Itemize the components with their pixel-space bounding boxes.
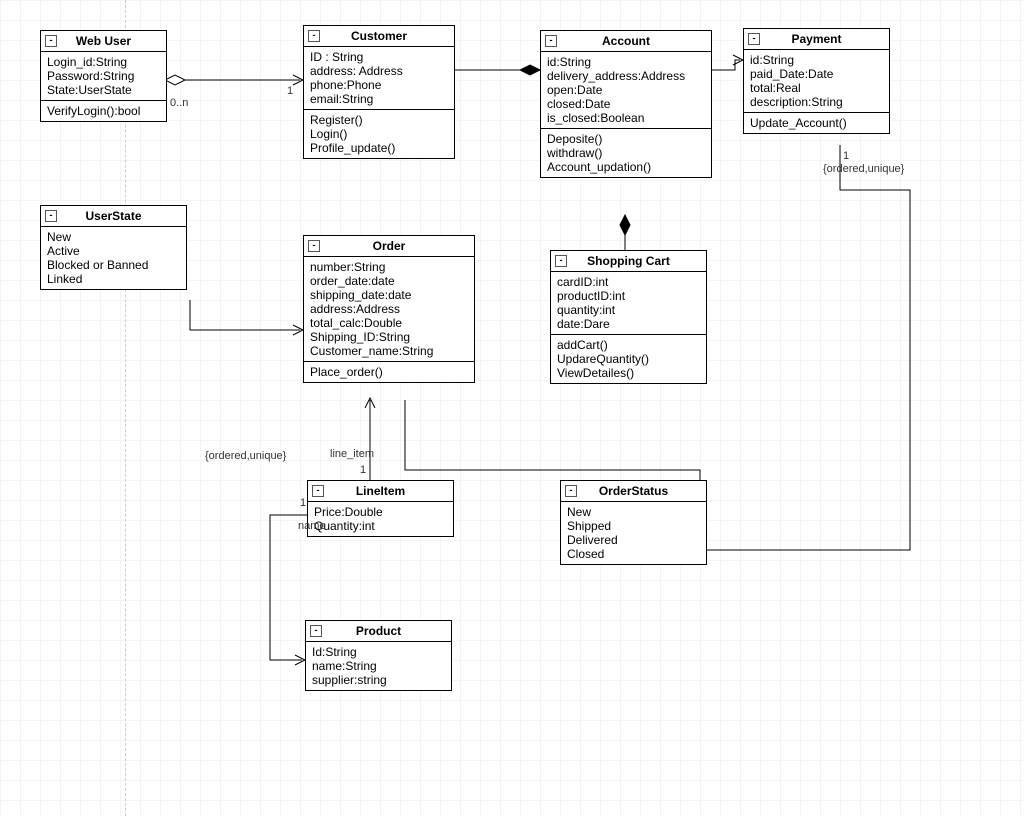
class-web-user: -Web User Login_id:StringPassword:String…	[40, 30, 167, 122]
class-userstate: -UserState NewActiveBlocked or BannedLin…	[40, 205, 187, 290]
constraint-label: {ordered,unique}	[205, 450, 286, 462]
class-title: Web User	[76, 34, 131, 48]
guide-line	[125, 0, 126, 816]
class-title: LineItem	[356, 484, 405, 498]
multiplicity-label: 1	[300, 497, 306, 509]
class-title: Payment	[791, 32, 841, 46]
collapse-icon[interactable]: -	[310, 625, 322, 637]
collapse-icon[interactable]: -	[308, 240, 320, 252]
class-title: UserState	[85, 209, 141, 223]
multiplicity-label: 1	[360, 464, 366, 476]
collapse-icon[interactable]: -	[45, 210, 57, 222]
class-title: Order	[373, 239, 406, 253]
class-customer: -Customer ID : Stringaddress: Addresspho…	[303, 25, 455, 159]
class-product: -Product Id:Stringname:Stringsupplier:st…	[305, 620, 452, 691]
assoc-label: name	[298, 520, 326, 532]
class-title: Product	[356, 624, 401, 638]
collapse-icon[interactable]: -	[308, 30, 320, 42]
class-payment: -Payment id:Stringpaid_Date:Datetotal:Re…	[743, 28, 890, 134]
assoc-label: line_item	[330, 448, 374, 460]
class-order: -Order number:Stringorder_date:dateshipp…	[303, 235, 475, 383]
class-title: Shopping Cart	[587, 254, 670, 268]
collapse-icon[interactable]: -	[565, 485, 577, 497]
collapse-icon[interactable]: -	[545, 35, 557, 47]
collapse-icon[interactable]: -	[555, 255, 567, 267]
class-title: OrderStatus	[599, 484, 668, 498]
collapse-icon[interactable]: -	[312, 485, 324, 497]
multiplicity-label: 0..n	[170, 97, 188, 109]
class-lineitem: -LineItem Price:DoubleQuantity:int	[307, 480, 454, 537]
constraint-label: {ordered,unique}	[823, 163, 904, 175]
class-account: -Account id:Stringdelivery_address:Addre…	[540, 30, 712, 178]
class-shopping-cart: -Shopping Cart cardID:intproductID:intqu…	[550, 250, 707, 384]
class-orderstatus: -OrderStatus NewShippedDeliveredClosed	[560, 480, 707, 565]
multiplicity-label: 1	[843, 150, 849, 162]
diagram-canvas: -Web User Login_id:StringPassword:String…	[0, 0, 1024, 816]
collapse-icon[interactable]: -	[45, 35, 57, 47]
class-title: Customer	[351, 29, 407, 43]
collapse-icon[interactable]: -	[748, 33, 760, 45]
multiplicity-label: 1	[287, 85, 293, 97]
class-title: Account	[602, 34, 650, 48]
